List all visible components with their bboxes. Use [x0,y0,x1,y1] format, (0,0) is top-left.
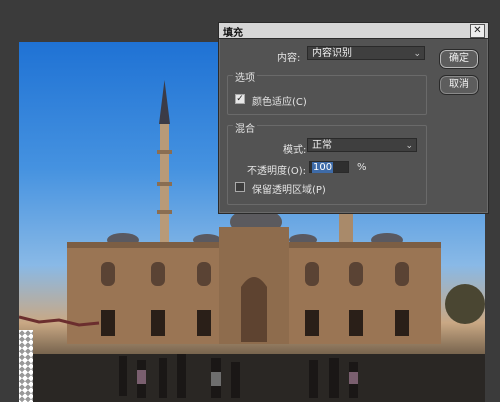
chevron-down-icon: ⌄ [413,49,421,59]
content-select-value: 内容识别 [312,48,352,59]
ok-button[interactable]: 确定 [439,49,479,69]
opacity-unit: % [357,162,367,173]
opacity-input[interactable]: 100 [309,161,349,173]
content-label: 内容: [277,53,301,64]
preserve-transparency-checkbox[interactable] [235,182,245,192]
cancel-button[interactable]: 取消 [439,75,479,95]
color-adapt-checkbox[interactable]: ✓ [235,94,245,104]
content-select[interactable]: 内容识别 ⌄ [307,46,425,60]
dialog-titlebar[interactable]: 填充 ✕ [219,23,488,39]
blend-group-label: 混合 [233,120,257,135]
opacity-input-value: 100 [312,162,334,173]
transparent-area [19,330,33,402]
color-adapt-label: 颜色适应(C) [252,97,307,108]
dialog-title: 填充 [223,28,243,39]
fill-dialog: 填充 ✕ 内容: 内容识别 ⌄ 确定 取消 选项 ✓ 颜色适应(C) 混合 模式… [218,22,489,214]
mode-label: 模式: [283,145,307,156]
close-icon[interactable]: ✕ [470,24,485,38]
chevron-down-icon: ⌄ [405,141,413,151]
preserve-transparency-label: 保留透明区域(P) [252,185,326,196]
mode-select[interactable]: 正常 ⌄ [307,138,417,152]
checkmark-icon: ✓ [236,94,244,104]
options-group-label: 选项 [233,69,257,84]
mode-select-value: 正常 [312,140,332,151]
opacity-label: 不透明度(O): [247,166,307,177]
